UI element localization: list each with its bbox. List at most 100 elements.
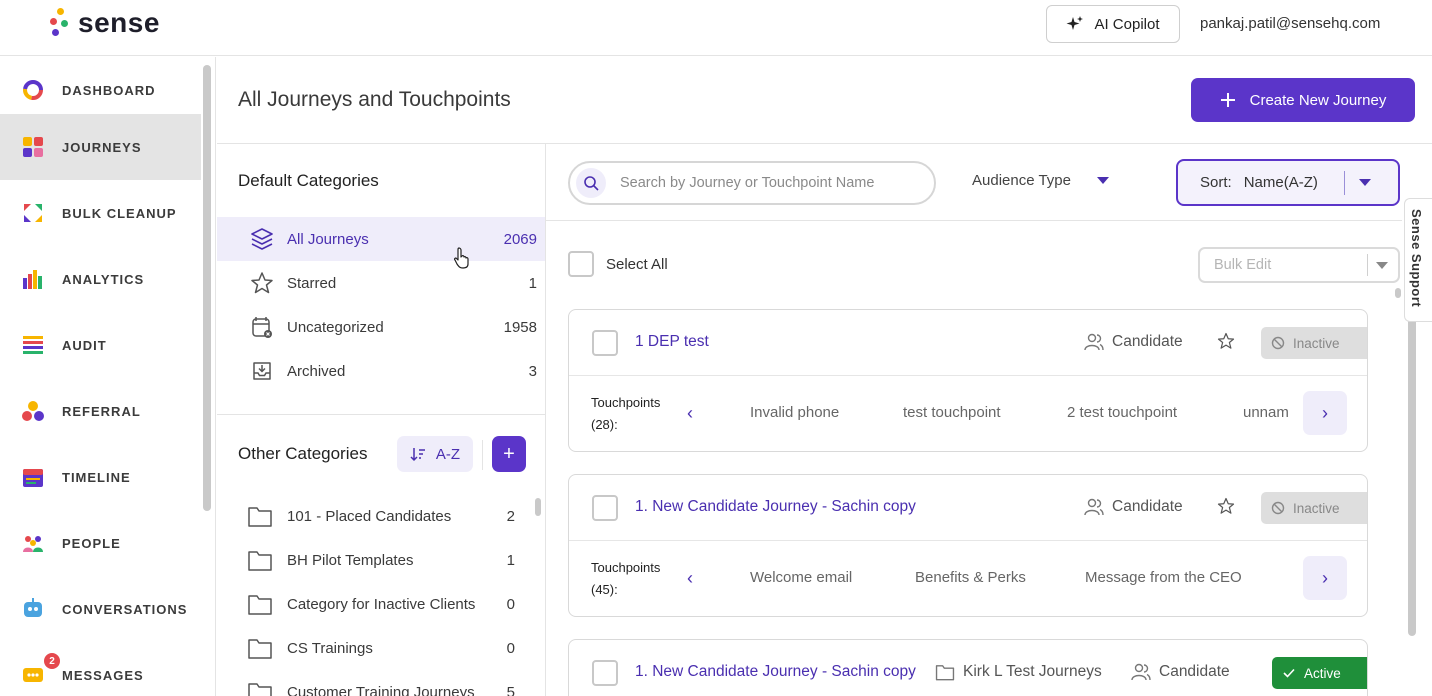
- category-label: Kirk L Test Journeys: [963, 663, 1102, 680]
- touchpoint-chip[interactable]: 2 test touchpoint: [1067, 404, 1177, 421]
- nav-item-conversations[interactable]: CONVERSATIONS: [0, 576, 201, 642]
- journey-title[interactable]: 1 DEP test: [635, 333, 709, 351]
- users-icon: [1084, 333, 1104, 351]
- nav-item-messages[interactable]: MESSAGES: [0, 642, 201, 696]
- nav-scrollbar[interactable]: [203, 65, 211, 511]
- sort-prefix: Sort:: [1200, 174, 1232, 191]
- nav-item-audit[interactable]: AUDIT: [0, 312, 201, 378]
- user-email[interactable]: pankaj.patil@sensehq.com: [1200, 15, 1380, 32]
- folder-icon: [247, 679, 273, 696]
- touchpoints-title: Touchpoints: [591, 560, 661, 575]
- journey-audience: Candidate: [1084, 332, 1183, 352]
- nav-label-messages: MESSAGES: [62, 667, 144, 683]
- sort-dropdown[interactable]: Sort: Name(A-Z): [1176, 159, 1400, 206]
- journey-card[interactable]: 1. New Candidate Journey - Sachin copy K…: [568, 639, 1368, 696]
- chevron-down-icon: [1358, 179, 1371, 186]
- category-archived[interactable]: Archived 3: [217, 349, 545, 393]
- folder-label: Customer Training Journeys: [287, 683, 475, 696]
- journey-card[interactable]: 1 DEP test Candidate Inactive Touchpoint…: [568, 309, 1368, 452]
- touchpoint-chip[interactable]: Invalid phone: [750, 404, 839, 421]
- category-folder[interactable]: BH Pilot Templates 1: [247, 538, 515, 582]
- status-badge[interactable]: Inactive: [1261, 492, 1367, 524]
- status-badge[interactable]: Inactive: [1261, 327, 1367, 359]
- journey-checkbox[interactable]: [592, 330, 618, 356]
- nav-label-analytics: ANALYTICS: [62, 271, 145, 287]
- inactive-icon: [1271, 336, 1285, 350]
- add-category-button[interactable]: +: [492, 436, 526, 472]
- category-uncategorized[interactable]: Uncategorized 1958: [217, 305, 545, 349]
- category-folder[interactable]: 101 - Placed Candidates 2: [247, 494, 515, 538]
- journey-card[interactable]: 1. New Candidate Journey - Sachin copy C…: [568, 474, 1368, 617]
- nav-label-bulk-cleanup: BULK CLEANUP: [62, 205, 177, 221]
- bulk-edit-label: Bulk Edit: [1214, 257, 1272, 273]
- folder-label: BH Pilot Templates: [287, 551, 414, 569]
- nav-item-analytics[interactable]: ANALYTICS: [0, 246, 201, 312]
- left-nav: DASHBOARD JOURNEYS BULK CLEANUP ANALYTIC…: [0, 57, 216, 696]
- nav-item-timeline[interactable]: TIMELINE: [0, 444, 201, 510]
- select-all[interactable]: Select All: [568, 251, 668, 277]
- touchpoint-chip[interactable]: unnam: [1243, 404, 1297, 421]
- select-all-checkbox[interactable]: [568, 251, 594, 277]
- chevron-left-icon[interactable]: ‹: [687, 403, 693, 424]
- page-title: All Journeys and Touchpoints: [238, 88, 511, 111]
- category-starred[interactable]: Starred 1: [217, 261, 545, 305]
- status-badge[interactable]: Active: [1272, 657, 1367, 689]
- touchpoint-chip[interactable]: Message from the CEO: [1085, 569, 1242, 586]
- touchpoints-count: (28):: [591, 417, 618, 432]
- nav-label-audit: AUDIT: [62, 337, 107, 353]
- dashboard-icon: [22, 79, 44, 101]
- create-new-journey-button[interactable]: Create New Journey: [1191, 78, 1415, 122]
- chevron-left-icon[interactable]: ‹: [687, 568, 693, 589]
- sort-divider: [482, 440, 483, 470]
- star-icon[interactable]: [1217, 497, 1235, 520]
- touchpoint-chip[interactable]: Benefits & Perks: [915, 569, 1026, 586]
- touchpoint-chip[interactable]: Welcome email: [750, 569, 852, 586]
- search-input[interactable]: [620, 175, 920, 191]
- category-folder[interactable]: Category for Inactive Clients 0: [247, 582, 515, 626]
- logo-text: sense: [78, 7, 160, 38]
- journey-title[interactable]: 1. New Candidate Journey - Sachin copy: [635, 663, 916, 681]
- sort-categories-button[interactable]: A-Z: [397, 436, 473, 472]
- journey-card-header: 1. New Candidate Journey - Sachin copy C…: [569, 475, 1367, 541]
- category-count: 3: [528, 362, 537, 380]
- status-label: Inactive: [1293, 500, 1340, 516]
- chevron-down-icon: [1096, 177, 1109, 184]
- audience-type-dropdown[interactable]: Audience Type: [972, 172, 1109, 189]
- nav-item-referral[interactable]: REFERRAL: [0, 378, 201, 444]
- folder-count: 1: [506, 551, 515, 569]
- nav-item-bulk-cleanup[interactable]: BULK CLEANUP: [0, 180, 201, 246]
- list-scrollbar-thumb[interactable]: [1395, 288, 1401, 298]
- sense-logo[interactable]: sense: [46, 6, 160, 40]
- category-all-journeys[interactable]: All Journeys 2069: [217, 217, 545, 261]
- touchpoints-title: Touchpoints: [591, 395, 661, 410]
- category-scrollbar[interactable]: [535, 498, 541, 516]
- folder-label: Category for Inactive Clients: [287, 595, 476, 613]
- search-box[interactable]: [568, 161, 936, 205]
- audience-label: Candidate: [1159, 663, 1230, 680]
- journey-checkbox[interactable]: [592, 660, 618, 686]
- ai-copilot-button[interactable]: AI Copilot: [1046, 5, 1180, 43]
- folder-icon: [247, 591, 273, 617]
- sense-support-tab[interactable]: Sense Support: [1404, 198, 1432, 322]
- bulk-edit-dropdown[interactable]: Bulk Edit: [1198, 247, 1400, 283]
- chevron-right-icon[interactable]: ›: [1303, 391, 1347, 435]
- folder-count: 0: [506, 639, 515, 657]
- page-scrollbar[interactable]: [1408, 298, 1416, 636]
- touchpoint-chip[interactable]: test touchpoint: [903, 404, 1001, 421]
- nav-label-journeys: JOURNEYS: [62, 139, 142, 155]
- users-icon: [1131, 663, 1151, 681]
- nav-item-people[interactable]: PEOPLE: [0, 510, 201, 576]
- layers-icon: [249, 226, 275, 252]
- sort-separator: [1343, 170, 1345, 195]
- nav-item-journeys[interactable]: JOURNEYS: [0, 114, 201, 180]
- journey-title[interactable]: 1. New Candidate Journey - Sachin copy: [635, 498, 916, 516]
- category-folder[interactable]: CS Trainings 0: [247, 626, 515, 670]
- category-folder[interactable]: Customer Training Journeys 5: [247, 670, 515, 696]
- top-bar: sense AI Copilot pankaj.patil@sensehq.co…: [0, 0, 1432, 56]
- star-icon: [249, 270, 275, 296]
- star-icon[interactable]: [1217, 332, 1235, 355]
- journey-card-header: 1 DEP test Candidate Inactive: [569, 310, 1367, 376]
- category-label: Starred: [287, 274, 337, 292]
- chevron-right-icon[interactable]: ›: [1303, 556, 1347, 600]
- journey-checkbox[interactable]: [592, 495, 618, 521]
